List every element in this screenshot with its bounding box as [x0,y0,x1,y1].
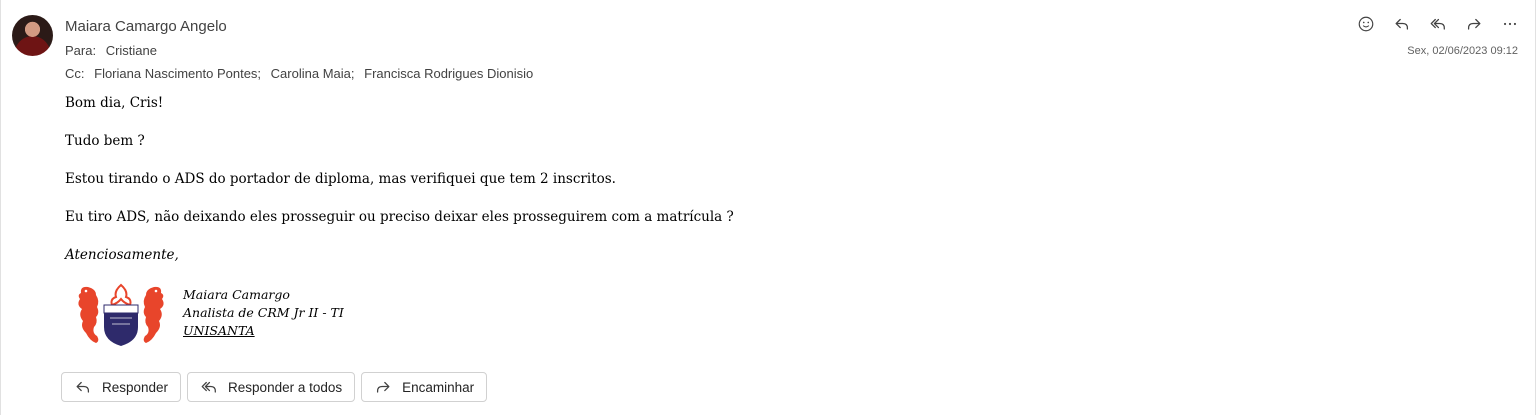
signature-title: Analista de CRM Jr II - TI [183,305,344,320]
body-line: Eu tiro ADS, não deixando eles prossegui… [65,209,734,225]
reply-button[interactable]: Responder [61,372,182,402]
cc-recipient[interactable]: Francisca Rodrigues Dionisio [364,66,533,81]
body-line: Tudo bem ? [65,133,145,149]
cc-label: Cc: [65,66,85,81]
signature-org-link[interactable]: UNISANTA [183,322,344,340]
body-greeting: Bom dia, Cris! [65,95,164,111]
signature: Maiara Camargo Analista de CRM Jr II - T… [183,286,344,340]
sender-name[interactable]: Maiara Camargo Angelo [65,18,227,35]
body-closing: Atenciosamente, [65,247,179,263]
message-date: Sex, 02/06/2023 09:12 [1407,45,1518,57]
to-recipient[interactable]: Cristiane [106,43,157,58]
reply-all-button[interactable]: Responder a todos [187,372,356,402]
emoji-icon[interactable] [1348,10,1384,38]
reply-icon[interactable] [1384,10,1420,38]
reply-icon [76,381,90,393]
to-label: Para: [65,43,97,58]
message-actions [1348,10,1528,38]
reply-all-button-label: Responder a todos [228,379,343,395]
to-line: Para: Cristiane [65,43,157,58]
forward-button[interactable]: Encaminhar [361,372,488,402]
forward-icon[interactable] [1456,10,1492,38]
avatar[interactable] [12,15,53,56]
more-icon[interactable] [1492,10,1528,38]
reply-button-label: Responder [102,379,169,395]
forward-icon [377,381,390,393]
cc-recipient[interactable]: Carolina Maia; [271,66,355,81]
pane-left-border [0,0,1,415]
reply-button-bar: Responder Responder a todos Encaminhar [61,372,488,402]
cc-recipient[interactable]: Floriana Nascimento Pontes; [94,66,261,81]
cc-line: Cc: Floriana Nascimento Pontes; Carolina… [65,66,537,81]
unisanta-logo [74,283,168,347]
body-line: Estou tirando o ADS do portador de diplo… [65,171,616,187]
reply-all-icon[interactable] [1420,10,1456,38]
forward-button-label: Encaminhar [402,379,475,395]
reply-all-icon [201,381,216,393]
signature-name: Maiara Camargo [183,287,290,302]
